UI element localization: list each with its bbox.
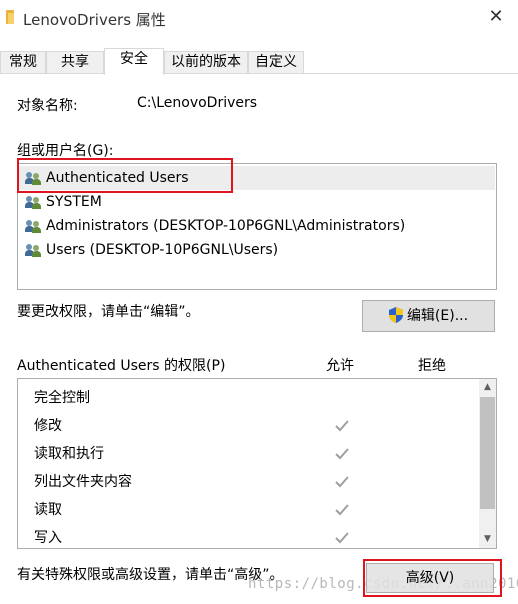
- permission-name: 完全控制: [34, 390, 90, 406]
- permission-row-modify: 修改: [18, 412, 478, 440]
- permissions-scrollbar[interactable]: ▲ ▼: [479, 379, 496, 548]
- permission-row-list-folder: 列出文件夹内容: [18, 468, 478, 496]
- users-icon: [25, 243, 43, 257]
- permission-name: 读取: [34, 502, 62, 518]
- window-title: LenovoDrivers 属性: [23, 11, 166, 29]
- list-item-users[interactable]: Users (DESKTOP-10P6GNL\Users): [19, 238, 495, 262]
- object-name-label: 对象名称:: [17, 98, 78, 114]
- permissions-header: Authenticated Users 的权限(P): [17, 358, 226, 374]
- permission-name: 写入: [34, 530, 62, 546]
- scroll-down-arrow-icon[interactable]: ▼: [479, 531, 496, 548]
- allow-check-icon: [335, 504, 349, 516]
- users-icon: [25, 219, 43, 233]
- shield-icon: [388, 307, 403, 323]
- title-bar: LenovoDrivers 属性 ✕: [0, 0, 518, 36]
- tab-security[interactable]: 安全: [104, 48, 164, 75]
- list-item-administrators[interactable]: Administrators (DESKTOP-10P6GNL\Administ…: [19, 214, 495, 238]
- advanced-hint: 有关特殊权限或高级设置，请单击“高级”。: [17, 567, 284, 583]
- allow-check-icon: [335, 532, 349, 544]
- allow-check-icon: [335, 476, 349, 488]
- allow-column-header: 允许: [326, 358, 354, 374]
- permission-row-read-execute: 读取和执行: [18, 440, 478, 468]
- scroll-thumb[interactable]: [480, 397, 495, 509]
- list-item-label: SYSTEM: [46, 194, 102, 210]
- deny-column-header: 拒绝: [418, 358, 446, 374]
- allow-check-icon: [335, 448, 349, 460]
- tab-sharing[interactable]: 共享: [46, 51, 104, 74]
- permission-name: 列出文件夹内容: [34, 474, 132, 490]
- list-item-system[interactable]: SYSTEM: [19, 190, 495, 214]
- permission-row-write: 写入: [18, 524, 478, 548]
- tab-general[interactable]: 常规: [0, 51, 46, 74]
- highlight-box-selected-user: [17, 158, 233, 193]
- permission-row-full-control: 完全控制: [18, 384, 478, 412]
- users-icon: [25, 195, 43, 209]
- tab-customize[interactable]: 自定义: [248, 51, 304, 74]
- group-list-label: 组或用户名(G):: [17, 143, 114, 159]
- scroll-up-arrow-icon[interactable]: ▲: [479, 379, 496, 396]
- permission-name: 读取和执行: [34, 446, 104, 462]
- list-item-label: Users (DESKTOP-10P6GNL\Users): [46, 242, 279, 258]
- edit-button-label: 编辑(E)...: [406, 308, 469, 324]
- close-button[interactable]: ✕: [480, 2, 512, 32]
- permission-name: 修改: [34, 418, 62, 434]
- tab-previous-versions[interactable]: 以前的版本: [164, 51, 248, 74]
- object-name-value: C:\LenovoDrivers: [137, 95, 258, 111]
- list-item-label: Administrators (DESKTOP-10P6GNL\Administ…: [46, 218, 406, 234]
- permissions-list[interactable]: 完全控制 修改 读取和执行 列出文件夹内容 读取 写入 ▲ ▼: [17, 378, 497, 549]
- tab-strip: 常规 共享 安全 以前的版本 自定义: [0, 48, 518, 75]
- permission-row-read: 读取: [18, 496, 478, 524]
- highlight-box-advanced: [363, 559, 502, 597]
- allow-check-icon: [335, 420, 349, 432]
- edit-button[interactable]: 编辑(E)...: [362, 300, 495, 332]
- folder-icon: [6, 10, 14, 24]
- edit-hint: 要更改权限，请单击“编辑”。: [17, 304, 200, 320]
